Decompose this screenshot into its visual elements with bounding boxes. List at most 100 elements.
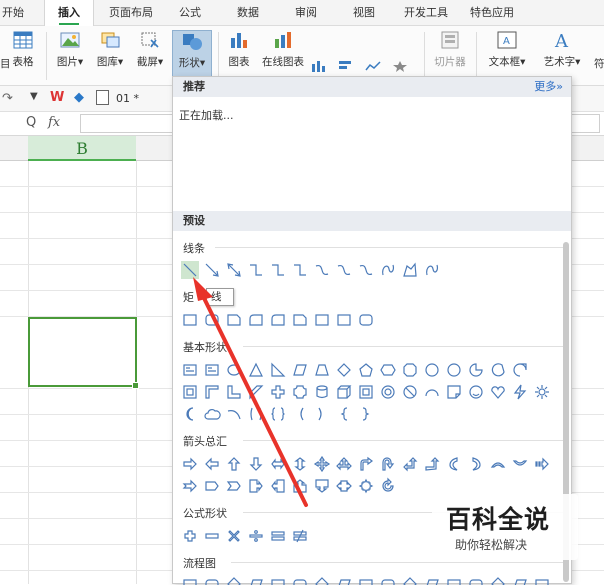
shape-ar-uturn-icon[interactable] <box>379 455 397 473</box>
shape-tb-icon[interactable] <box>181 361 199 379</box>
document-tab[interactable]: 01 * <box>116 92 139 105</box>
shape-rect-icon[interactable] <box>313 311 331 329</box>
shape-bracepair-icon[interactable] <box>269 405 287 423</box>
shape-para-icon[interactable] <box>291 361 309 379</box>
shape-callu-icon[interactable] <box>291 477 309 495</box>
shape-rbrace-icon[interactable] <box>357 405 375 423</box>
shape-circ-icon[interactable] <box>423 361 441 379</box>
shape-elbow-icon[interactable] <box>247 261 265 279</box>
column-chart-icon[interactable] <box>311 60 327 72</box>
shape-rtri-icon[interactable] <box>269 361 287 379</box>
shape-scribble-icon[interactable] <box>423 261 441 279</box>
bar-chart-h-icon[interactable] <box>338 60 354 72</box>
shape-line-icon[interactable] <box>181 261 199 279</box>
shape-arcline-icon[interactable] <box>225 405 243 423</box>
shape-tear-icon[interactable] <box>511 361 529 379</box>
shape-pie-icon[interactable] <box>467 361 485 379</box>
shape-curve-icon[interactable] <box>357 261 375 279</box>
shape-pent-icon[interactable] <box>357 361 375 379</box>
shape-curve-icon[interactable] <box>335 261 353 279</box>
shape-sun-icon[interactable] <box>533 383 551 401</box>
shape-rrect-icon[interactable] <box>357 311 375 329</box>
fx-button[interactable]: fx <box>48 115 60 130</box>
shape-dbl-icon[interactable] <box>225 261 243 279</box>
shape-frame-icon[interactable] <box>181 383 199 401</box>
shape-chevron-icon[interactable] <box>225 477 243 495</box>
shape-snip-icon[interactable] <box>225 311 243 329</box>
shape-calll-icon[interactable] <box>269 477 287 495</box>
shape-eq-neq-icon[interactable] <box>291 527 309 545</box>
shape-ar-ud-icon[interactable] <box>291 455 309 473</box>
shape-nosym-icon[interactable] <box>401 383 419 401</box>
shapes-button[interactable]: 形状▾ <box>172 30 212 78</box>
shape-ar-str-icon[interactable] <box>533 455 551 473</box>
slicer-button[interactable]: 切片器 <box>430 30 470 69</box>
shape-half-icon[interactable] <box>203 383 221 401</box>
shape-trap-icon[interactable] <box>313 361 331 379</box>
zoom-icon[interactable]: Q <box>26 115 36 130</box>
shape-chord-icon[interactable] <box>489 361 507 379</box>
shape-circ-icon[interactable] <box>445 361 463 379</box>
shape-rect-icon[interactable] <box>181 311 199 329</box>
shape-callr-icon[interactable] <box>247 477 265 495</box>
column-header-b[interactable]: B <box>28 136 136 161</box>
shape-rrect-icon[interactable] <box>203 311 221 329</box>
shape-cube-icon[interactable] <box>335 383 353 401</box>
shape-ar-r-icon[interactable] <box>181 455 199 473</box>
shape-round1-icon[interactable] <box>247 311 265 329</box>
more-link[interactable]: 更多» <box>534 77 563 97</box>
shape-call4-icon[interactable] <box>357 477 375 495</box>
shape-arrowline-icon[interactable] <box>203 261 221 279</box>
shape-smile-icon[interactable] <box>467 383 485 401</box>
shape-moon-icon[interactable] <box>181 405 199 423</box>
tab-data[interactable]: 数据 <box>228 0 268 26</box>
shape-ar-cd-icon[interactable] <box>511 455 529 473</box>
gallery-button[interactable]: 图库▾ <box>92 30 128 69</box>
wordart-button[interactable]: A 艺术字▾ <box>536 30 588 69</box>
shape-scribble-icon[interactable] <box>379 261 397 279</box>
shape-plus-icon[interactable] <box>269 383 287 401</box>
shape-rect-icon[interactable] <box>335 311 353 329</box>
selected-cell[interactable] <box>28 317 139 389</box>
shape-ar-3-icon[interactable] <box>335 455 353 473</box>
shape-diam-icon[interactable] <box>335 361 353 379</box>
shape-fold-icon[interactable] <box>445 383 463 401</box>
shape-plaque-icon[interactable] <box>291 383 309 401</box>
shape-bolt-icon[interactable] <box>511 383 529 401</box>
shape-pentagon-icon[interactable] <box>203 477 221 495</box>
shape-lshape-icon[interactable] <box>225 383 243 401</box>
shape-tri-icon[interactable] <box>247 361 265 379</box>
shape-eq-eq-icon[interactable] <box>269 527 287 545</box>
shape-eq-div-icon[interactable] <box>247 527 265 545</box>
shape-ar-cr-icon[interactable] <box>445 455 463 473</box>
shape-ar-lr-icon[interactable] <box>269 455 287 473</box>
shape-elbow-icon[interactable] <box>291 261 309 279</box>
shape-calld-icon[interactable] <box>313 477 331 495</box>
tab-home[interactable]: 开始 <box>0 0 26 26</box>
shape-brpair-icon[interactable] <box>247 405 265 423</box>
shape-arc-icon[interactable] <box>423 383 441 401</box>
shape-hex-icon[interactable] <box>379 361 397 379</box>
chevron-down-icon[interactable]: ▼ <box>30 91 38 102</box>
shape-curve-icon[interactable] <box>313 261 331 279</box>
tab-formulas[interactable]: 公式 <box>170 0 210 26</box>
shape-circarrow-icon[interactable] <box>379 477 397 495</box>
shape-ar-u-icon[interactable] <box>225 455 243 473</box>
shape-round1-icon[interactable] <box>269 311 287 329</box>
tab-page-layout[interactable]: 页面布局 <box>100 0 162 26</box>
shape-eq-minus-icon[interactable] <box>203 527 221 545</box>
shape-ar-bu-icon[interactable] <box>423 455 441 473</box>
shape-rbr-icon[interactable] <box>313 405 331 423</box>
shape-ar-d-icon[interactable] <box>247 455 265 473</box>
textbox-button[interactable]: A 文本框▾ <box>482 30 532 69</box>
shape-lbr-icon[interactable] <box>291 405 309 423</box>
shape-can-icon[interactable] <box>313 383 331 401</box>
chart-button[interactable]: 图表 <box>224 30 254 69</box>
tab-insert[interactable]: 插入 <box>44 0 94 26</box>
shape-oct-icon[interactable] <box>401 361 419 379</box>
shape-ar-cl-icon[interactable] <box>467 455 485 473</box>
shape-oval-icon[interactable] <box>225 361 243 379</box>
shape-heart-icon[interactable] <box>489 383 507 401</box>
picture-button[interactable]: 图片▾ <box>52 30 88 69</box>
shape-ar-bent-icon[interactable] <box>357 455 375 473</box>
